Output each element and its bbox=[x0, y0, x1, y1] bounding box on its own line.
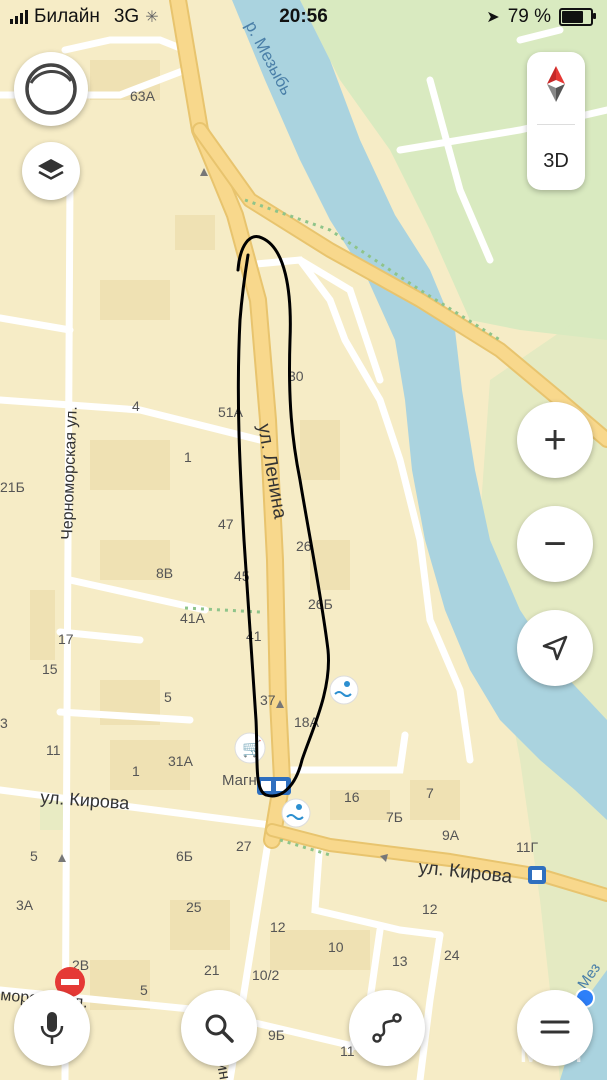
house-number: 3А bbox=[16, 897, 34, 913]
house-number: 1 bbox=[184, 449, 192, 465]
house-number: 21 bbox=[204, 962, 220, 978]
battery-percent: 79 % bbox=[507, 6, 551, 27]
house-number: 6Б bbox=[176, 848, 193, 864]
house-number: 4 bbox=[132, 398, 140, 414]
profile-ring-icon bbox=[25, 63, 77, 115]
house-number: 5 bbox=[164, 689, 172, 705]
profile-button[interactable] bbox=[14, 52, 88, 126]
map-canvas[interactable]: ул. Ленина ул. Кирова ул. Кирова Черномо… bbox=[0, 0, 607, 1080]
bus-stop-icon-east[interactable] bbox=[528, 866, 546, 884]
poi-swimming[interactable] bbox=[329, 675, 359, 705]
house-number: 11Г bbox=[516, 839, 539, 855]
house-number: 63А bbox=[130, 88, 156, 104]
cart-icon: 🛒 bbox=[242, 739, 262, 758]
compass-3d-panel: 3D bbox=[527, 52, 585, 190]
house-number: 47 bbox=[218, 516, 234, 532]
house-number: 7 bbox=[426, 785, 434, 801]
house-number: 37 bbox=[260, 692, 276, 708]
house-number: 7Б bbox=[386, 809, 403, 825]
house-number: 9А bbox=[442, 827, 460, 843]
house-number: 5 bbox=[30, 848, 38, 864]
house-number: 13 bbox=[392, 953, 408, 969]
search-icon bbox=[205, 1014, 234, 1043]
network-type: 3G bbox=[113, 6, 140, 27]
zoom-out-button[interactable]: − bbox=[517, 506, 593, 582]
layers-icon bbox=[38, 159, 64, 180]
microphone-icon bbox=[40, 1012, 64, 1044]
house-number: 41 bbox=[246, 628, 262, 644]
house-number: 21Б bbox=[0, 479, 25, 495]
route-icon bbox=[372, 1013, 402, 1043]
route-button[interactable] bbox=[349, 990, 425, 1066]
layers-button[interactable] bbox=[22, 142, 80, 200]
zoom-in-button[interactable]: + bbox=[517, 402, 593, 478]
house-number: 3 bbox=[0, 715, 8, 731]
voice-search-button[interactable] bbox=[14, 990, 90, 1066]
menu-icon bbox=[540, 1020, 570, 1034]
house-number: 27 bbox=[236, 838, 252, 854]
status-bar: Билайн 3G ✳ 20:56 ➤ 79 % bbox=[0, 0, 607, 34]
battery-icon bbox=[559, 8, 596, 26]
house-number: 12 bbox=[422, 901, 438, 917]
house-number: 12 bbox=[270, 919, 286, 935]
location-arrow-icon bbox=[542, 635, 568, 661]
house-number: 9Б bbox=[268, 1027, 285, 1043]
compass-separator bbox=[537, 124, 575, 125]
poi-swimming-2[interactable] bbox=[281, 798, 311, 828]
house-number: 16 bbox=[344, 789, 360, 805]
house-number: 41А bbox=[180, 610, 206, 626]
signal-strength-icon bbox=[10, 10, 28, 24]
house-number: 1 bbox=[132, 763, 140, 779]
locate-me-button[interactable] bbox=[517, 610, 593, 686]
house-number: 15 bbox=[42, 661, 58, 677]
activity-spinner-icon: ✳ bbox=[145, 9, 159, 26]
house-number: 31А bbox=[168, 753, 194, 769]
house-number: 25 bbox=[186, 899, 202, 915]
house-number: 5 bbox=[140, 982, 148, 998]
carrier-name: Билайн bbox=[34, 6, 100, 27]
search-button[interactable] bbox=[181, 990, 257, 1066]
house-number: 8В bbox=[156, 565, 173, 581]
compass-button[interactable] bbox=[541, 64, 571, 104]
compass-icon bbox=[547, 66, 565, 102]
location-services-icon: ➤ bbox=[486, 9, 500, 26]
house-number: 10/2 bbox=[252, 967, 279, 983]
house-number: 17 bbox=[58, 631, 74, 647]
menu-button[interactable] bbox=[517, 990, 593, 1066]
house-number: 10 bbox=[328, 939, 344, 955]
house-number: 11 bbox=[46, 742, 61, 758]
house-number: 24 bbox=[444, 947, 460, 963]
view-3d-button[interactable]: 3D bbox=[527, 150, 585, 173]
